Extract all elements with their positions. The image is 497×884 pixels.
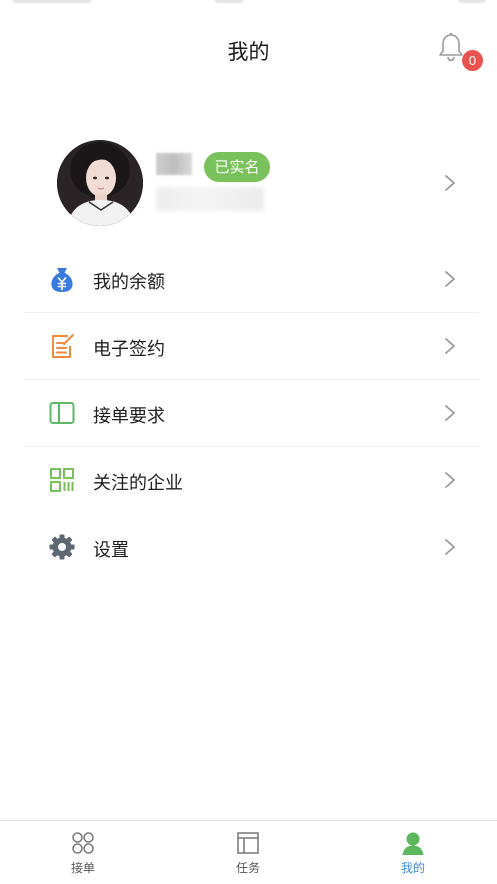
chevron-right-icon: [445, 405, 455, 421]
tab-mine[interactable]: 我的: [353, 821, 473, 884]
menu-item-settings[interactable]: 设置: [0, 514, 497, 581]
tab-label: 任务: [235, 861, 260, 875]
person-icon: [401, 831, 425, 855]
tab-label: 接单: [70, 861, 95, 875]
menu-item-label: 我的余额: [93, 272, 165, 293]
menu-item-label: 电子签约: [93, 339, 165, 360]
page-title: 我的: [227, 40, 270, 64]
task-board-icon: [236, 831, 260, 855]
money-bag-icon: [48, 265, 76, 293]
tab-label: 我的: [400, 861, 425, 875]
nav-header: 我的 0: [0, 28, 497, 74]
chevron-right-icon: [445, 472, 455, 488]
menu-item-label: 设置: [93, 540, 129, 561]
notification-badge: 0: [462, 50, 483, 71]
menu-item-order-requirements[interactable]: 接单要求: [0, 380, 497, 447]
menu-item-e-sign[interactable]: 电子签约: [0, 313, 497, 380]
sign-contract-icon: [48, 332, 76, 360]
status-bar: [0, 0, 497, 14]
tab-tasks[interactable]: 任务: [188, 821, 308, 884]
chevron-right-icon: [445, 539, 455, 555]
chevron-right-icon: [445, 338, 455, 354]
grid-circles-icon: [71, 831, 95, 855]
user-name-blurred: [156, 153, 192, 175]
user-id-blurred: [156, 187, 264, 211]
gear-icon: [48, 533, 76, 561]
chevron-right-icon: [445, 175, 455, 191]
avatar: [57, 140, 143, 226]
tab-orders[interactable]: 接单: [23, 821, 143, 884]
profile-card[interactable]: 已实名: [0, 135, 497, 235]
menu-item-label: 接单要求: [93, 406, 165, 427]
verified-badge: 已实名: [204, 152, 270, 182]
book-icon: [48, 399, 76, 427]
chevron-right-icon: [445, 271, 455, 287]
qr-grid-icon: [48, 466, 76, 494]
menu-item-balance[interactable]: 我的余额: [0, 246, 497, 313]
menu-list: 我的余额 电子签约 接单要求 关注的企业 设置: [0, 246, 497, 581]
bottom-tab-bar: 接单 任务 我的: [0, 820, 497, 884]
menu-item-label: 关注的企业: [93, 473, 183, 494]
menu-item-followed-companies[interactable]: 关注的企业: [0, 447, 497, 514]
